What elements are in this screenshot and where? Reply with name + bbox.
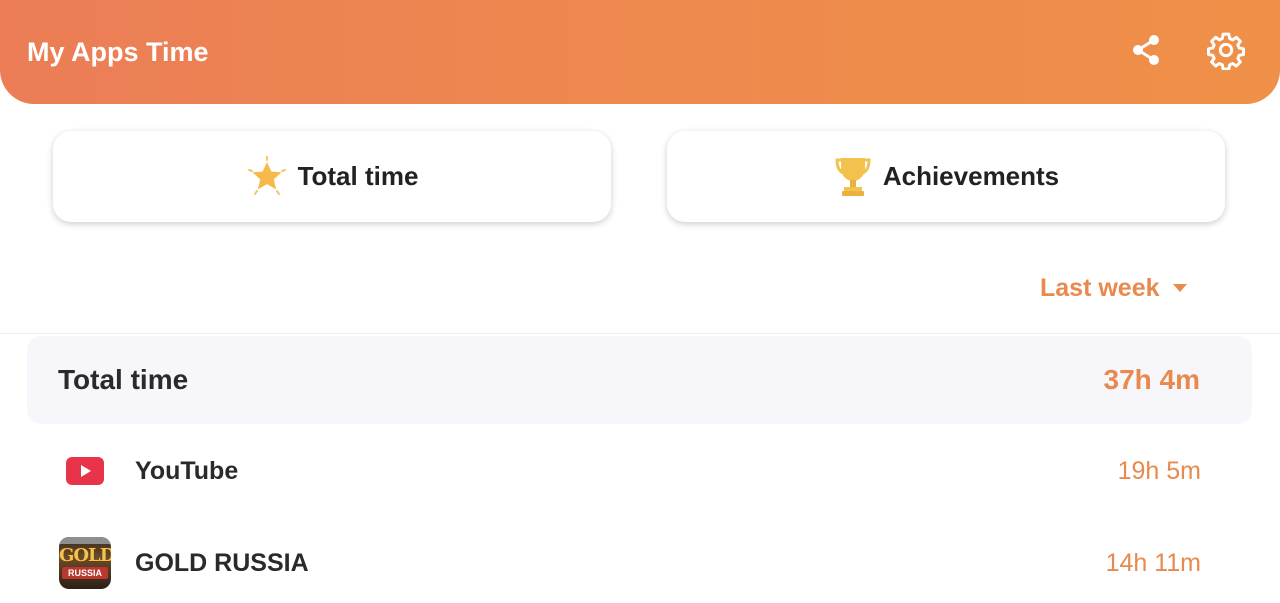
share-button[interactable] (1122, 28, 1170, 76)
total-time-value: 37h 4m (1103, 364, 1201, 395)
gear-icon (1206, 30, 1246, 75)
youtube-icon (59, 445, 111, 497)
achievements-tab[interactable]: Achievements (667, 131, 1225, 222)
app-row-gold-russia[interactable]: GOLD RUSSIA GOLD RUSSIA 14h 11m (0, 523, 1280, 603)
gold-russia-app-icon: GOLD RUSSIA (59, 537, 111, 589)
period-dropdown[interactable]: Last week (1040, 268, 1188, 308)
app-name: YouTube (135, 457, 239, 485)
total-time-tab-label: Total time (297, 161, 419, 191)
period-dropdown-value: Last week (1040, 273, 1160, 302)
total-time-tab[interactable]: Total time (53, 131, 611, 222)
app-name: GOLD RUSSIA (135, 549, 309, 577)
app-usage-time: 14h 11m (1105, 549, 1201, 577)
star-icon (246, 155, 288, 198)
caret-down-icon (1172, 283, 1188, 293)
total-time-summary: Total time 37h 4m (27, 336, 1252, 424)
app-usage-time: 19h 5m (1117, 457, 1201, 485)
app-bar: My Apps Time (0, 0, 1280, 104)
achievements-tab-label: Achievements (882, 161, 1060, 191)
trophy-icon (833, 156, 873, 198)
settings-button[interactable] (1202, 28, 1250, 76)
share-icon (1129, 33, 1163, 72)
app-row-youtube[interactable]: YouTube 19h 5m (0, 431, 1280, 511)
divider (0, 333, 1280, 334)
total-time-label: Total time (58, 364, 189, 395)
app-title: My Apps Time (27, 37, 209, 67)
